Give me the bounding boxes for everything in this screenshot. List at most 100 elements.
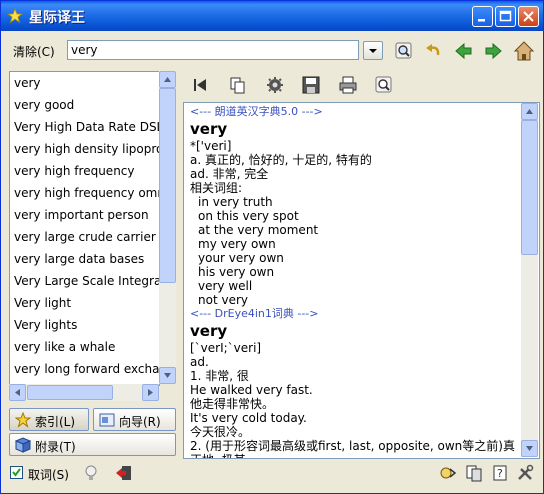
checkmark-icon <box>12 468 21 477</box>
print-icon[interactable] <box>338 75 358 95</box>
phrase-line: very well <box>198 279 253 293</box>
title-bar[interactable]: 星际译王 <box>1 1 543 31</box>
history-dropdown-button[interactable] <box>363 41 383 60</box>
definition-line: a. 真正的, 恰好的, 十足的, 特有的 <box>190 153 372 167</box>
phrase-line: at the very moment <box>198 223 319 237</box>
chevron-left-icon <box>15 389 20 396</box>
list-item[interactable]: very large data bases <box>10 248 159 270</box>
definition-vscrollbar[interactable] <box>521 103 538 457</box>
word-list[interactable]: very very good Very High Data Rate DSL very… <box>9 71 160 386</box>
phrase-line: not very <box>198 293 248 307</box>
list-item[interactable]: very high density lipoprotein <box>10 138 159 160</box>
list-item[interactable]: very long forward exchange <box>10 358 159 380</box>
headword-dreye: very <box>190 322 228 340</box>
phrase-line: in very truth <box>198 195 273 209</box>
close-button[interactable] <box>518 6 539 27</box>
phrase-line: on this very spot <box>198 209 299 223</box>
main-window: 星际译王 清除(C) veryvery goodVery High Data <box>0 0 544 494</box>
list-item[interactable]: very large crude carrier <box>10 226 159 248</box>
undo-icon[interactable] <box>424 41 444 61</box>
scroll-thumb[interactable] <box>159 88 176 283</box>
appendix-button[interactable]: 附录(T) <box>9 433 176 456</box>
phrase-line: your very own <box>198 251 284 265</box>
close-icon <box>523 11 534 22</box>
dict-manage-icon[interactable] <box>465 464 483 482</box>
chevron-down-icon <box>164 373 171 378</box>
list-item[interactable]: Very High Data Rate DSL <box>10 116 159 138</box>
list-item[interactable]: very high frequency omnirange <box>10 182 159 204</box>
scan-checkbox[interactable] <box>10 466 23 479</box>
lightbulb-icon[interactable] <box>83 464 99 482</box>
new-words-icon[interactable] <box>439 464 457 482</box>
chevron-right-icon <box>148 389 153 396</box>
minimize-button[interactable] <box>472 6 493 27</box>
chevron-down-icon <box>526 446 533 451</box>
window-title: 星际译王 <box>29 10 85 26</box>
definition-line: 相关词组: <box>190 181 243 195</box>
scroll-left-arrow[interactable] <box>9 384 26 401</box>
list-item[interactable]: Very Large Scale Integration <box>10 270 159 292</box>
headword: very <box>190 120 228 138</box>
index-button[interactable]: 索引(L) <box>9 408 89 431</box>
def-scroll-up-arrow[interactable] <box>521 103 538 120</box>
pronounce-icon[interactable] <box>265 75 285 95</box>
definition-line: ad. 非常, 完全 <box>190 167 269 181</box>
search-in-text-icon[interactable] <box>374 75 394 95</box>
list-item[interactable]: very like a whale <box>10 336 159 358</box>
wizard-icon <box>99 413 115 427</box>
svg-text:?: ? <box>497 467 503 480</box>
list-item[interactable]: very <box>10 72 159 94</box>
search-input[interactable] <box>67 40 359 60</box>
scroll-right-arrow[interactable] <box>142 384 159 401</box>
definition-line: ad. <box>190 355 209 369</box>
jump-first-icon[interactable] <box>191 75 211 95</box>
def-scroll-down-arrow[interactable] <box>521 440 538 457</box>
clear-label[interactable]: 清除(C) <box>13 43 55 60</box>
search-icon[interactable] <box>394 41 414 61</box>
chevron-up-icon <box>526 109 533 114</box>
word-list-vscrollbar[interactable] <box>159 71 176 384</box>
maximize-icon <box>499 10 512 22</box>
definition-line: He walked very fast. <box>190 383 313 397</box>
phrase-line: my very own <box>198 237 276 251</box>
dict-header-langdao: <--- 朗道英汉字典5.0 ---> <box>190 105 323 118</box>
copy-icon[interactable] <box>228 75 248 95</box>
definition-line: 他走得非常快。 <box>190 397 275 411</box>
home-icon[interactable] <box>513 40 535 62</box>
def-scroll-thumb[interactable] <box>521 120 538 255</box>
list-item[interactable]: Very lights <box>10 314 159 336</box>
wizard-label: 向导(R) <box>119 415 161 429</box>
scan-label[interactable]: 取词(S) <box>28 466 69 483</box>
wizard-button[interactable]: 向导(R) <box>93 408 176 431</box>
word-list-hscrollbar[interactable] <box>9 384 159 401</box>
forward-arrow-icon[interactable] <box>483 41 503 61</box>
dict-header-dreye: <--- DrEye4in1词典 ---> <box>190 307 319 320</box>
list-item[interactable]: Very light <box>10 292 159 314</box>
back-arrow-icon[interactable] <box>454 41 474 61</box>
stardict-logo-icon <box>7 8 23 24</box>
definition-line: It's very cold today. <box>190 411 307 425</box>
scroll-down-arrow[interactable] <box>159 367 176 384</box>
list-item[interactable]: very high frequency <box>10 160 159 182</box>
exit-icon[interactable] <box>115 464 133 482</box>
list-item[interactable]: very good <box>10 94 159 116</box>
help-icon[interactable]: ? <box>491 464 509 482</box>
phrase-line: his very own <box>198 265 275 279</box>
preferences-tools-icon[interactable] <box>516 464 534 482</box>
book-icon <box>15 437 31 453</box>
scroll-up-arrow[interactable] <box>159 71 176 88</box>
appendix-label: 附录(T) <box>35 440 76 454</box>
index-label: 索引(L) <box>35 415 76 429</box>
save-icon[interactable] <box>301 75 321 95</box>
minimize-icon <box>478 19 485 22</box>
definition-line: [`verI;`veri] <box>190 341 262 355</box>
hscroll-thumb[interactable] <box>27 385 113 400</box>
chevron-down-icon <box>369 49 377 53</box>
definition-line: 2. (用于形容词最高级或first, last, opposite, own等… <box>190 439 515 458</box>
index-star-icon <box>15 412 31 428</box>
maximize-button[interactable] <box>495 6 516 27</box>
list-item[interactable]: very important person <box>10 204 159 226</box>
chevron-up-icon <box>164 77 171 82</box>
definition-line: *['veri] <box>190 139 232 153</box>
definition-pane[interactable]: <--- 朗道英汉字典5.0 ---> very *['veri] a. 真正的,… <box>183 102 540 459</box>
